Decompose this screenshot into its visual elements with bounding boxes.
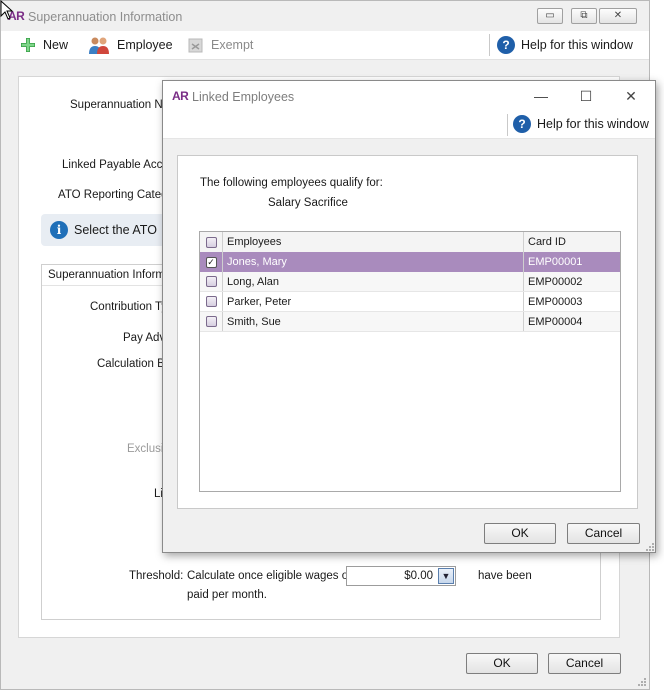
- help-icon: ?: [497, 36, 515, 54]
- row-checkbox[interactable]: ✓: [205, 256, 217, 268]
- employees-icon: [89, 37, 109, 54]
- threshold-text-after: have been: [478, 570, 532, 582]
- table-header: Employees Card ID: [200, 232, 620, 253]
- window-title: Superannuation Information: [28, 10, 183, 24]
- plus-icon: [21, 38, 35, 52]
- dialog-toolbar: ? Help for this window: [163, 111, 655, 139]
- main-cancel-button[interactable]: Cancel: [548, 653, 621, 674]
- maximize-button[interactable]: ⧉: [571, 8, 597, 24]
- dialog-minimize-button[interactable]: —: [526, 86, 556, 106]
- row-checkbox-cell[interactable]: [200, 312, 223, 331]
- threshold-text-end: paid per month.: [187, 589, 267, 601]
- employee-name-cell: Smith, Sue: [223, 312, 524, 331]
- card-id-cell: EMP00001: [528, 256, 583, 268]
- dialog-help-button[interactable]: ? Help for this window: [513, 115, 649, 133]
- card-id-cell: EMP00004: [528, 315, 583, 328]
- exempt-icon: [188, 38, 203, 53]
- card-id-column-header[interactable]: Card ID: [524, 232, 620, 252]
- table-row[interactable]: Long, Alan EMP00002: [200, 272, 620, 292]
- help-icon: ?: [513, 115, 531, 133]
- dialog-ok-button[interactable]: OK: [484, 523, 556, 544]
- dialog-toolbar-divider: [507, 114, 508, 136]
- help-button[interactable]: ? Help for this window: [497, 36, 633, 54]
- dialog-app-logo: AR: [172, 89, 189, 103]
- toolbar-divider: [489, 34, 490, 56]
- threshold-amount-field[interactable]: $0.00 ▼: [346, 566, 456, 586]
- row-checkbox-cell[interactable]: [200, 292, 223, 311]
- main-toolbar: New Employee Exempt ? Help for this wind…: [1, 31, 649, 60]
- row-checkbox-cell[interactable]: [200, 272, 223, 291]
- minimize-icon: —: [534, 88, 548, 104]
- chevron-down-icon: ▼: [441, 571, 451, 581]
- info-icon: i: [50, 221, 68, 239]
- table-row[interactable]: Smith, Sue EMP00004: [200, 312, 620, 332]
- employee-name-cell: Jones, Mary: [223, 252, 524, 272]
- intro-text: The following employees qualify for:: [200, 177, 383, 189]
- contribution-type-label: Contribution Ty: [90, 301, 168, 313]
- threshold-label: Threshold:: [129, 570, 184, 582]
- employees-column-header[interactable]: Employees: [223, 232, 524, 252]
- dialog-titlebar[interactable]: AR Linked Employees — ☐ ✕: [163, 81, 655, 111]
- close-icon: ✕: [625, 88, 637, 104]
- dialog-maximize-button[interactable]: ☐: [571, 86, 601, 106]
- employee-label: Employee: [117, 38, 173, 52]
- dialog-help-label: Help for this window: [537, 117, 649, 131]
- dialog-close-button[interactable]: ✕: [616, 86, 646, 106]
- new-button[interactable]: New: [19, 36, 68, 54]
- category-name: Salary Sacrifice: [268, 197, 348, 209]
- employees-table: Employees Card ID ✓ Jones, Mary EMP00001 Lo…: [199, 231, 621, 492]
- select-all-cell[interactable]: [200, 232, 223, 252]
- group-header: Superannuation Informa: [42, 265, 182, 286]
- ato-reporting-label: ATO Reporting Catego: [58, 189, 174, 201]
- main-titlebar[interactable]: AR Superannuation Information ▭ ⧉ ✕: [1, 1, 649, 31]
- table-row[interactable]: Parker, Peter EMP00003: [200, 292, 620, 312]
- main-ok-button[interactable]: OK: [466, 653, 538, 674]
- threshold-text-before: Calculate once eligible wages of: [187, 570, 352, 582]
- threshold-dropdown-button[interactable]: ▼: [438, 568, 454, 584]
- exempt-button[interactable]: Exempt: [187, 36, 253, 54]
- help-label: Help for this window: [521, 38, 633, 52]
- linked-employees-dialog: AR Linked Employees — ☐ ✕ ? Help for thi…: [162, 80, 656, 553]
- checkmark-icon: ✓: [207, 256, 215, 267]
- new-label: New: [43, 38, 69, 52]
- calculation-basis-label: Calculation Ba: [97, 358, 172, 370]
- maximize-icon: ☐: [579, 88, 593, 104]
- threshold-value: $0.00: [404, 570, 433, 582]
- close-button[interactable]: ✕: [599, 8, 637, 24]
- table-row[interactable]: ✓ Jones, Mary EMP00001: [200, 252, 620, 272]
- close-icon: ✕: [613, 10, 623, 21]
- maximize-icon: ⧉: [580, 10, 588, 21]
- dialog-cancel-button[interactable]: Cancel: [567, 523, 640, 544]
- row-checkbox[interactable]: [205, 316, 217, 327]
- group-title: Superannuation Informa: [48, 269, 172, 281]
- row-checkbox-cell[interactable]: ✓: [200, 252, 223, 272]
- row-checkbox[interactable]: [205, 296, 217, 307]
- resize-grip-icon[interactable]: [637, 677, 647, 687]
- superannuation-name-label: Superannuation Na: [70, 99, 170, 111]
- dialog-title: Linked Employees: [192, 90, 295, 104]
- mouse-cursor-icon: [0, 0, 14, 20]
- exempt-label: Exempt: [211, 38, 254, 52]
- info-banner-text: Select the ATO: [74, 223, 157, 237]
- select-all-checkbox[interactable]: [205, 236, 217, 248]
- card-id-cell: EMP00003: [528, 295, 583, 308]
- minimize-icon: ▭: [545, 10, 555, 21]
- row-checkbox[interactable]: [205, 276, 217, 287]
- dialog-resize-grip-icon[interactable]: [645, 542, 655, 552]
- minimize-button[interactable]: ▭: [537, 8, 563, 24]
- employee-button[interactable]: Employee: [87, 36, 173, 54]
- pay-advice-label: Pay Adv: [123, 332, 166, 344]
- card-id-cell: EMP00002: [528, 275, 583, 288]
- linked-payable-label: Linked Payable Accou: [62, 159, 176, 171]
- employee-name-cell: Long, Alan: [223, 272, 524, 291]
- employee-name-cell: Parker, Peter: [223, 292, 524, 311]
